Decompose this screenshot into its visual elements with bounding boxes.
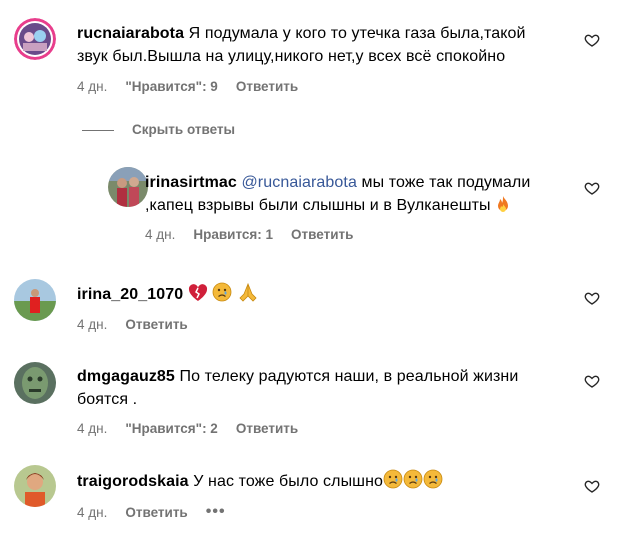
hide-replies-button[interactable]: Скрыть ответы [132, 122, 235, 137]
avatar[interactable] [14, 18, 56, 60]
sad-face-emoji [423, 469, 443, 489]
reply-button[interactable]: Ответить [236, 79, 298, 94]
comment-text: irinasirtmac @rucnaiarabota мы тоже так … [145, 171, 545, 217]
heart-outline-icon[interactable] [584, 290, 600, 306]
reply-button[interactable]: Ответить [125, 505, 187, 520]
username[interactable]: dmgagauz85 [77, 368, 175, 385]
sad-face-emoji [383, 469, 403, 489]
username[interactable]: irina_20_1070 [77, 286, 183, 303]
comment-body: У нас тоже было слышно [193, 473, 384, 490]
avatar[interactable] [14, 362, 56, 404]
heart-outline-icon[interactable] [584, 373, 600, 389]
reply-button[interactable]: Ответить [236, 421, 298, 436]
mention-link[interactable]: @rucnaiarabota [241, 174, 357, 191]
divider-line [82, 130, 114, 131]
timestamp[interactable]: 4 дн. [77, 317, 107, 332]
more-dots-icon[interactable]: ••• [206, 503, 226, 521]
timestamp[interactable]: 4 дн. [77, 505, 107, 520]
comment-meta: 4 дн. Ответить ••• [77, 503, 244, 521]
avatar[interactable] [14, 465, 56, 507]
comment-text: rucnaiarabota Я подумала у кого то утечк… [77, 22, 547, 68]
comment-meta: 4 дн. "Нравится": 9 Ответить [77, 79, 316, 94]
likes-count[interactable]: "Нравится": 2 [125, 421, 217, 436]
timestamp[interactable]: 4 дн. [145, 227, 175, 242]
username[interactable]: irinasirtmac [145, 174, 237, 191]
reply-button[interactable]: Ответить [125, 317, 187, 332]
broken-heart-emoji [188, 284, 207, 301]
heart-outline-icon[interactable] [584, 180, 600, 196]
comment-text: irina_20_1070 [77, 282, 547, 306]
likes-count[interactable]: Нравится: 1 [193, 227, 273, 242]
comment-text: dmgagauz85 По телеку радуются наши, в ре… [77, 365, 557, 411]
username[interactable]: traigorodskaia [77, 473, 189, 490]
sad-face-emoji [212, 282, 232, 302]
comment-text: traigorodskaia У нас тоже было слышно [77, 469, 557, 493]
fire-emoji [498, 196, 509, 212]
heart-outline-icon[interactable] [584, 32, 600, 48]
reply-button[interactable]: Ответить [291, 227, 353, 242]
comment-meta: 4 дн. Нравится: 1 Ответить [145, 227, 371, 242]
praying-hands-emoji [239, 282, 257, 302]
avatar[interactable] [14, 279, 56, 321]
timestamp[interactable]: 4 дн. [77, 421, 107, 436]
timestamp[interactable]: 4 дн. [77, 79, 107, 94]
comment-meta: 4 дн. Ответить [77, 317, 206, 332]
sad-face-emoji [403, 469, 423, 489]
likes-count[interactable]: "Нравится": 9 [125, 79, 217, 94]
heart-outline-icon[interactable] [584, 478, 600, 494]
comment-meta: 4 дн. "Нравится": 2 Ответить [77, 421, 316, 436]
username[interactable]: rucnaiarabota [77, 25, 184, 42]
avatar[interactable] [108, 167, 148, 207]
